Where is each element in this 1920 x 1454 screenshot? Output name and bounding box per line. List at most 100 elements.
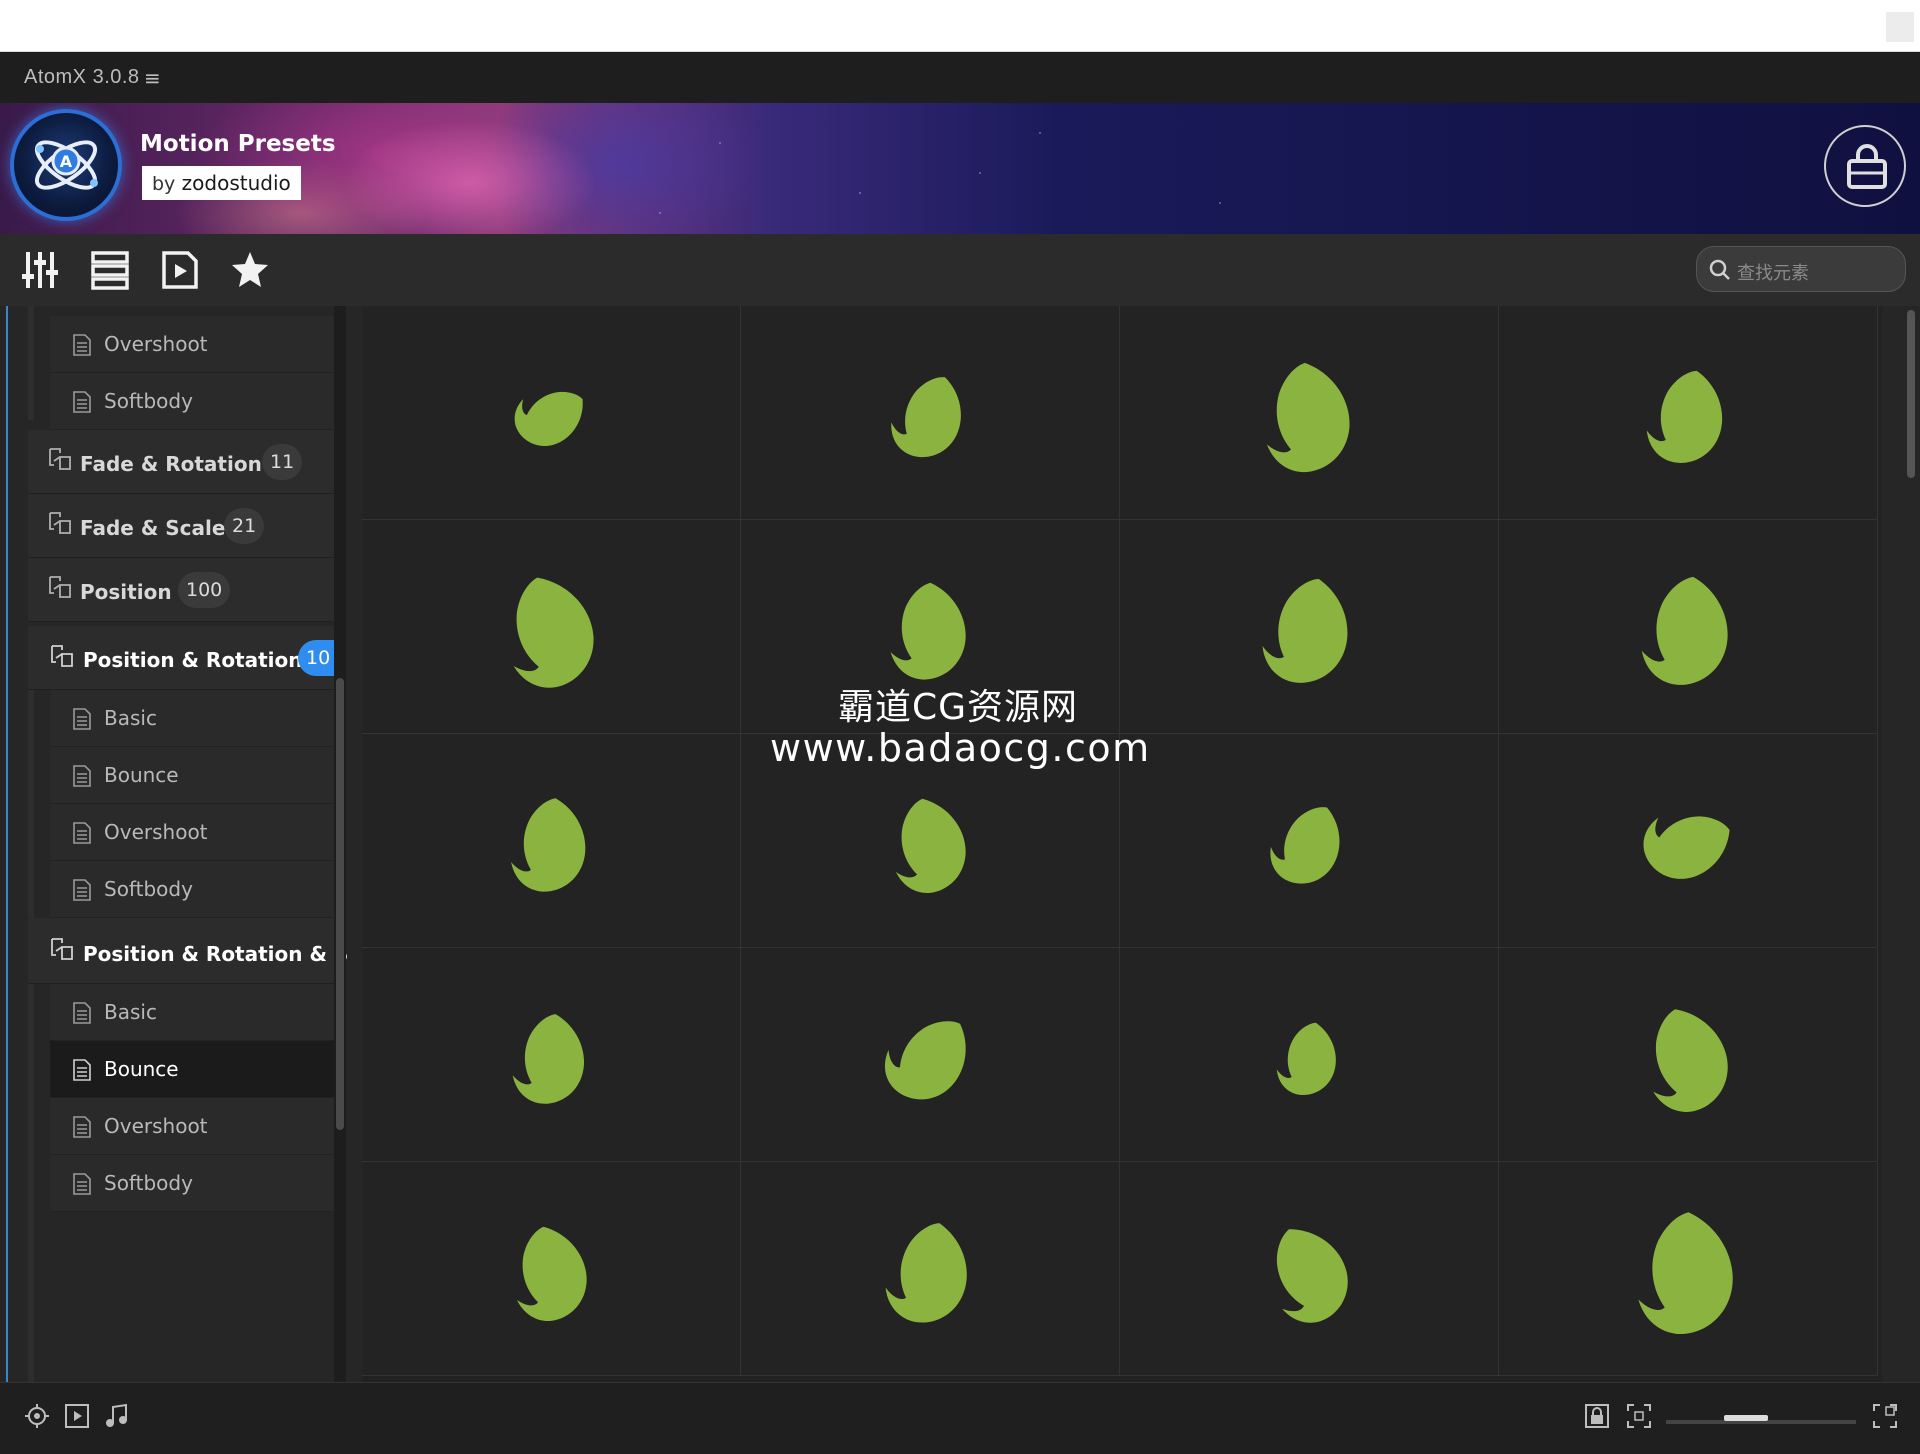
leaf-shape-icon: [1262, 578, 1348, 683]
group-indent-bar: [28, 306, 34, 420]
sidebar-item-overshoot[interactable]: Overshoot: [50, 1098, 336, 1155]
preset-grid: [362, 306, 1882, 1382]
list-view-icon[interactable]: [90, 250, 130, 290]
preset-thumbnail[interactable]: [362, 520, 741, 734]
sidebar-item-label: Bounce: [104, 763, 179, 787]
preset-folder-icon: [49, 512, 71, 534]
panel-footer: [0, 1382, 1920, 1454]
sidebar-item-softbody[interactable]: Softbody: [50, 1155, 336, 1212]
sidebar-item-label: Overshoot: [104, 332, 208, 356]
leaf-shape-icon: [511, 798, 586, 892]
sidebar-item-softbody[interactable]: Softbody: [50, 861, 336, 918]
anchor-target-icon[interactable]: [24, 1403, 50, 1429]
file-icon: [73, 879, 91, 901]
panel-menu-icon[interactable]: ≡: [144, 66, 161, 90]
category-count-badge: 10: [298, 640, 339, 676]
preset-thumbnail[interactable]: [1120, 306, 1499, 520]
preset-thumbnail[interactable]: [1499, 734, 1878, 948]
preset-thumbnail[interactable]: [362, 306, 741, 520]
preset-thumbnail[interactable]: [741, 948, 1120, 1162]
preset-thumbnail[interactable]: [1499, 1162, 1878, 1376]
leaf-shape-icon: [1266, 362, 1350, 473]
grid-scrollbar-thumb[interactable]: [1907, 310, 1915, 478]
sidebar-category-fade-rotation[interactable]: Fade & Rotation 11: [28, 430, 336, 494]
atomx-panel: AtomX 3.0.8 ≡ A Motion Presets by zodost…: [0, 52, 1920, 1454]
leaf-shape-icon: [1646, 370, 1723, 463]
sidebar-item-label: Basic: [104, 1000, 157, 1024]
sidebar-scrollbar[interactable]: [334, 306, 346, 1382]
main-toolbar: 查找元素: [0, 234, 1920, 306]
sidebar-scrollbar-thumb[interactable]: [336, 678, 344, 1130]
file-icon: [73, 334, 91, 356]
thumbnail-size-slider-handle[interactable]: [1724, 1415, 1768, 1421]
sidebar-item-bounce[interactable]: Bounce: [50, 747, 336, 804]
leaf-shape-icon: [516, 1226, 587, 1321]
leaf-shape-icon: [1638, 1212, 1733, 1335]
preset-thumbnail[interactable]: [1120, 948, 1499, 1162]
preset-thumbnail[interactable]: [741, 306, 1120, 520]
category-label: Fade & Scale: [80, 516, 226, 540]
sidebar-item-basic[interactable]: Basic: [50, 690, 336, 747]
preset-thumbnail[interactable]: [362, 1162, 741, 1376]
video-preview-icon[interactable]: [64, 1403, 90, 1429]
grid-scrollbar[interactable]: [1902, 306, 1920, 1382]
banner-author: zodostudio: [181, 171, 291, 195]
shop-button[interactable]: [1824, 125, 1906, 207]
preset-thumbnail[interactable]: [1120, 734, 1499, 948]
preset-thumbnail[interactable]: [1120, 520, 1499, 734]
file-icon: [73, 1173, 91, 1195]
sidebar-item-label: Overshoot: [104, 820, 208, 844]
preset-thumbnail[interactable]: [1499, 520, 1878, 734]
category-count-badge: 100: [178, 572, 231, 608]
leaf-shape-icon: [891, 377, 961, 458]
sidebar-item-overshoot[interactable]: Overshoot: [50, 804, 336, 861]
leaf-shape-icon: [1270, 807, 1340, 884]
sidebar-item-overshoot[interactable]: Overshoot: [50, 316, 336, 373]
leaf-shape-icon: [884, 1021, 966, 1100]
file-icon: [73, 391, 91, 413]
music-note-icon[interactable]: [104, 1403, 130, 1429]
sidebar-item-label: Softbody: [104, 389, 193, 413]
browser-top-strip: [0, 0, 1920, 52]
panel-title: AtomX 3.0.8: [24, 66, 140, 88]
fit-frame-icon[interactable]: [1626, 1403, 1652, 1429]
sliders-icon[interactable]: [20, 250, 60, 290]
video-file-icon[interactable]: [160, 250, 200, 290]
preset-folder-icon: [49, 576, 71, 598]
preset-thumbnail[interactable]: [1499, 306, 1878, 520]
sidebar-category-position[interactable]: Position 100: [28, 558, 336, 622]
sidebar-category-position-rotation-scale[interactable]: Position & Rotation & Sc: [28, 918, 348, 984]
sidebar-item-softbody[interactable]: Softbody: [50, 373, 336, 430]
preset-folder-icon: [49, 448, 71, 470]
preset-thumbnail[interactable]: [1120, 1162, 1499, 1376]
sidebar-category-fade-scale[interactable]: Fade & Scale 21: [28, 494, 336, 558]
sidebar-item-bounce-selected[interactable]: Bounce: [50, 1041, 336, 1098]
panel-titlebar: AtomX 3.0.8 ≡: [0, 52, 1920, 103]
sidebar-item-label: Bounce: [104, 1057, 179, 1081]
preset-thumbnail[interactable]: [741, 1162, 1120, 1376]
leaf-shape-icon: [514, 391, 583, 446]
window-close-button[interactable]: [1886, 12, 1914, 42]
lock-icon[interactable]: [1584, 1403, 1610, 1429]
category-count-badge: 11: [262, 444, 303, 480]
preset-thumbnail[interactable]: [362, 948, 741, 1162]
preset-thumbnail[interactable]: [741, 734, 1120, 948]
category-count-badge: 21: [224, 508, 265, 544]
sidebar-item-label: Basic: [104, 706, 157, 730]
file-icon: [73, 1059, 91, 1081]
favorites-star-icon[interactable]: [230, 250, 270, 290]
leaf-shape-icon: [1641, 576, 1728, 685]
sidebar-item-label: Softbody: [104, 877, 193, 901]
expand-panel-icon[interactable]: [1872, 1403, 1898, 1429]
sidebar-item-basic[interactable]: Basic: [50, 984, 336, 1041]
preset-thumbnail[interactable]: [1499, 948, 1878, 1162]
category-label: Position & Rotation: [83, 648, 303, 672]
leaf-shape-icon: [513, 577, 594, 688]
banner-author-badge[interactable]: by zodostudio: [142, 166, 301, 200]
sidebar-category-position-rotation[interactable]: Position & Rotation 10: [28, 626, 339, 690]
preset-thumbnail[interactable]: [362, 734, 741, 948]
file-icon: [73, 822, 91, 844]
preset-thumbnail[interactable]: [741, 520, 1120, 734]
leaf-shape-icon: [512, 1014, 585, 1104]
search-input[interactable]: 查找元素: [1696, 246, 1906, 292]
